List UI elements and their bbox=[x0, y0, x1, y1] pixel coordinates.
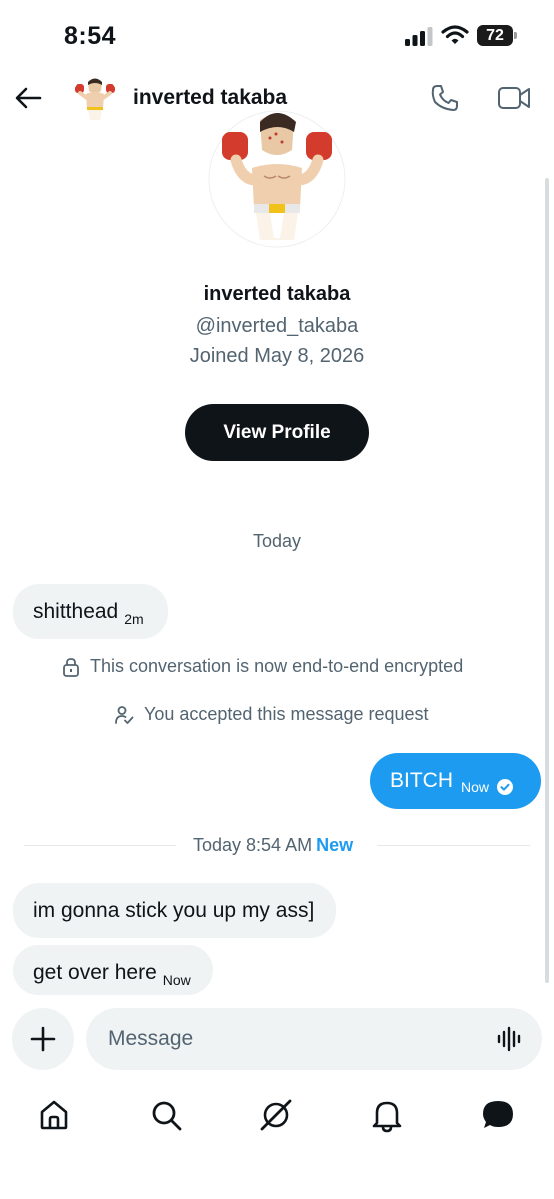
new-divider-line-left bbox=[24, 845, 176, 846]
message-bubble-received[interactable]: shitthead 2m bbox=[13, 584, 168, 639]
new-label: New bbox=[316, 835, 354, 855]
profile-name: inverted takaba bbox=[203, 283, 351, 305]
message-time: Now bbox=[162, 972, 191, 988]
plus-icon bbox=[30, 1026, 56, 1052]
battery-indicator: 72 bbox=[477, 25, 517, 46]
message-input[interactable] bbox=[108, 1008, 488, 1070]
boxer-avatar-image bbox=[72, 76, 118, 122]
message-text: shitthead bbox=[33, 600, 119, 623]
person-check-icon bbox=[115, 705, 134, 724]
search-icon[interactable] bbox=[148, 1097, 184, 1133]
profile-avatar[interactable] bbox=[208, 110, 346, 248]
new-messages-divider: Today 8:54 AM New bbox=[193, 835, 353, 856]
message-time: Now bbox=[461, 779, 490, 795]
new-divider-line-right bbox=[377, 845, 530, 846]
message-text: get over here bbox=[33, 961, 157, 984]
encryption-notice-text: This conversation is now end-to-end encr… bbox=[90, 656, 464, 676]
lock-icon bbox=[63, 657, 79, 677]
request-accepted-notice: You accepted this message request bbox=[114, 704, 429, 725]
phone-icon[interactable] bbox=[430, 83, 460, 113]
profile-handle: @inverted_takaba bbox=[195, 315, 359, 337]
view-profile-button[interactable]: View Profile bbox=[185, 404, 369, 461]
message-composer[interactable] bbox=[86, 1008, 542, 1070]
signal-icon bbox=[405, 27, 433, 46]
day-separator: Today bbox=[252, 531, 302, 551]
back-arrow-icon[interactable] bbox=[12, 82, 44, 114]
add-media-button[interactable] bbox=[12, 1008, 74, 1070]
profile-joined-date: Joined May 8, 2026 bbox=[189, 345, 365, 367]
divider-time: Today 8:54 AM bbox=[193, 835, 313, 855]
header-avatar[interactable] bbox=[72, 76, 118, 122]
messages-icon[interactable] bbox=[480, 1097, 516, 1133]
conversation-title[interactable]: inverted takaba bbox=[133, 86, 287, 110]
message-time: 2m bbox=[124, 611, 144, 627]
wifi-icon bbox=[441, 25, 469, 44]
home-icon[interactable] bbox=[36, 1097, 72, 1133]
check-icon bbox=[497, 779, 514, 795]
video-icon[interactable] bbox=[497, 84, 531, 112]
message-bubble-sent[interactable]: BITCH Now bbox=[370, 753, 541, 809]
message-text: BITCH bbox=[390, 769, 453, 792]
status-time: 8:54 bbox=[64, 22, 117, 50]
request-accepted-text: You accepted this message request bbox=[144, 704, 429, 724]
scrollbar[interactable] bbox=[545, 178, 549, 983]
message-bubble-received[interactable]: im gonna stick you up my ass] bbox=[13, 883, 337, 938]
encryption-notice: This conversation is now end-to-end encr… bbox=[62, 656, 463, 677]
message-bubble-received[interactable]: get over here Now bbox=[13, 945, 213, 995]
voice-icon[interactable] bbox=[496, 1025, 524, 1053]
message-text: im gonna stick you up my ass] bbox=[33, 899, 315, 922]
bell-icon[interactable] bbox=[369, 1097, 405, 1133]
grok-icon[interactable] bbox=[258, 1097, 294, 1133]
boxer-profile-image bbox=[208, 110, 346, 248]
